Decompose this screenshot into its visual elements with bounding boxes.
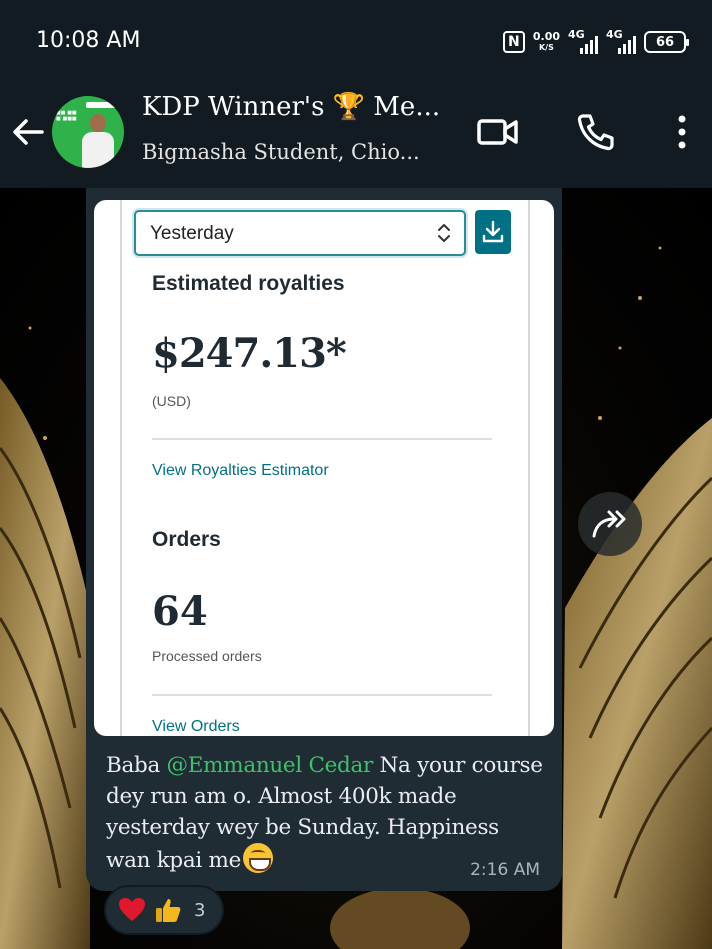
battery-level: 66 xyxy=(655,34,675,50)
net-speed: 0.00 K/S xyxy=(533,31,560,53)
status-bar: 10:08 AM N 0.00 K/S 4G 4G 66 xyxy=(0,0,712,84)
currency-label: (USD) xyxy=(152,393,191,409)
signal-1-icon: 4G xyxy=(568,28,598,54)
video-call-button[interactable] xyxy=(476,110,520,154)
status-time: 10:08 AM xyxy=(36,28,141,53)
view-royalties-estimator-link[interactable]: View Royalties Estimator xyxy=(152,462,329,480)
net-speed-value: 0.00 xyxy=(532,30,560,43)
battery-icon: 66 xyxy=(644,31,689,53)
attached-screenshot[interactable]: Yesterday Estimated royalties $247.13* (… xyxy=(94,200,554,736)
chat-header: ■■ ■■ ■ ■■■ KDP Winner's 🏆 Me... Bigmash… xyxy=(0,84,712,188)
divider xyxy=(152,438,492,440)
select-updown-icon xyxy=(438,224,450,242)
phone-icon xyxy=(577,114,614,151)
processed-orders-label: Processed orders xyxy=(152,648,262,664)
period-select-value: Yesterday xyxy=(150,223,234,244)
view-orders-link[interactable]: View Orders xyxy=(152,718,240,736)
orders-count: 64 xyxy=(152,588,208,635)
chat-subtitle[interactable]: Bigmasha Student, Chio... xyxy=(142,140,420,164)
more-options-button[interactable] xyxy=(660,110,704,154)
estimated-royalties-label: Estimated royalties xyxy=(152,272,345,295)
message-timestamp: 2:16 AM xyxy=(470,860,540,880)
back-arrow-icon xyxy=(13,119,44,145)
reaction-count: 3 xyxy=(194,899,206,921)
forward-icon xyxy=(592,510,626,538)
message-text: Baba @Emmanuel Cedar Na your course dey … xyxy=(106,750,546,876)
royalty-amount: $247.13* xyxy=(152,330,347,377)
voice-call-button[interactable] xyxy=(574,110,618,154)
group-avatar[interactable]: ■■ ■■ ■ ■■■ xyxy=(52,96,124,168)
signal-2-icon: 4G xyxy=(606,28,636,54)
download-icon xyxy=(482,220,504,243)
forward-button[interactable] xyxy=(578,492,642,556)
divider xyxy=(152,694,492,696)
more-vertical-icon xyxy=(678,115,686,149)
grinning-face-emoji xyxy=(243,843,274,873)
message-bubble[interactable]: Yesterday Estimated royalties $247.13* (… xyxy=(86,188,562,891)
video-call-icon xyxy=(477,119,518,145)
back-button[interactable] xyxy=(8,112,48,152)
net-speed-unit: K/S xyxy=(538,43,554,52)
period-select[interactable]: Yesterday xyxy=(134,210,466,256)
status-icons: N 0.00 K/S 4G 4G 66 xyxy=(502,26,689,58)
reactions-pill[interactable]: 3 xyxy=(104,885,224,935)
red-heart-icon xyxy=(119,898,145,921)
caption-prefix: Baba xyxy=(106,753,167,778)
orders-label: Orders xyxy=(152,528,221,551)
nfc-icon: N xyxy=(502,31,525,53)
thumbs-up-icon xyxy=(156,899,181,922)
chat-title[interactable]: KDP Winner's 🏆 Me... xyxy=(142,92,440,122)
mention-link[interactable]: @Emmanuel Cedar xyxy=(167,753,374,778)
download-button[interactable] xyxy=(475,210,511,254)
